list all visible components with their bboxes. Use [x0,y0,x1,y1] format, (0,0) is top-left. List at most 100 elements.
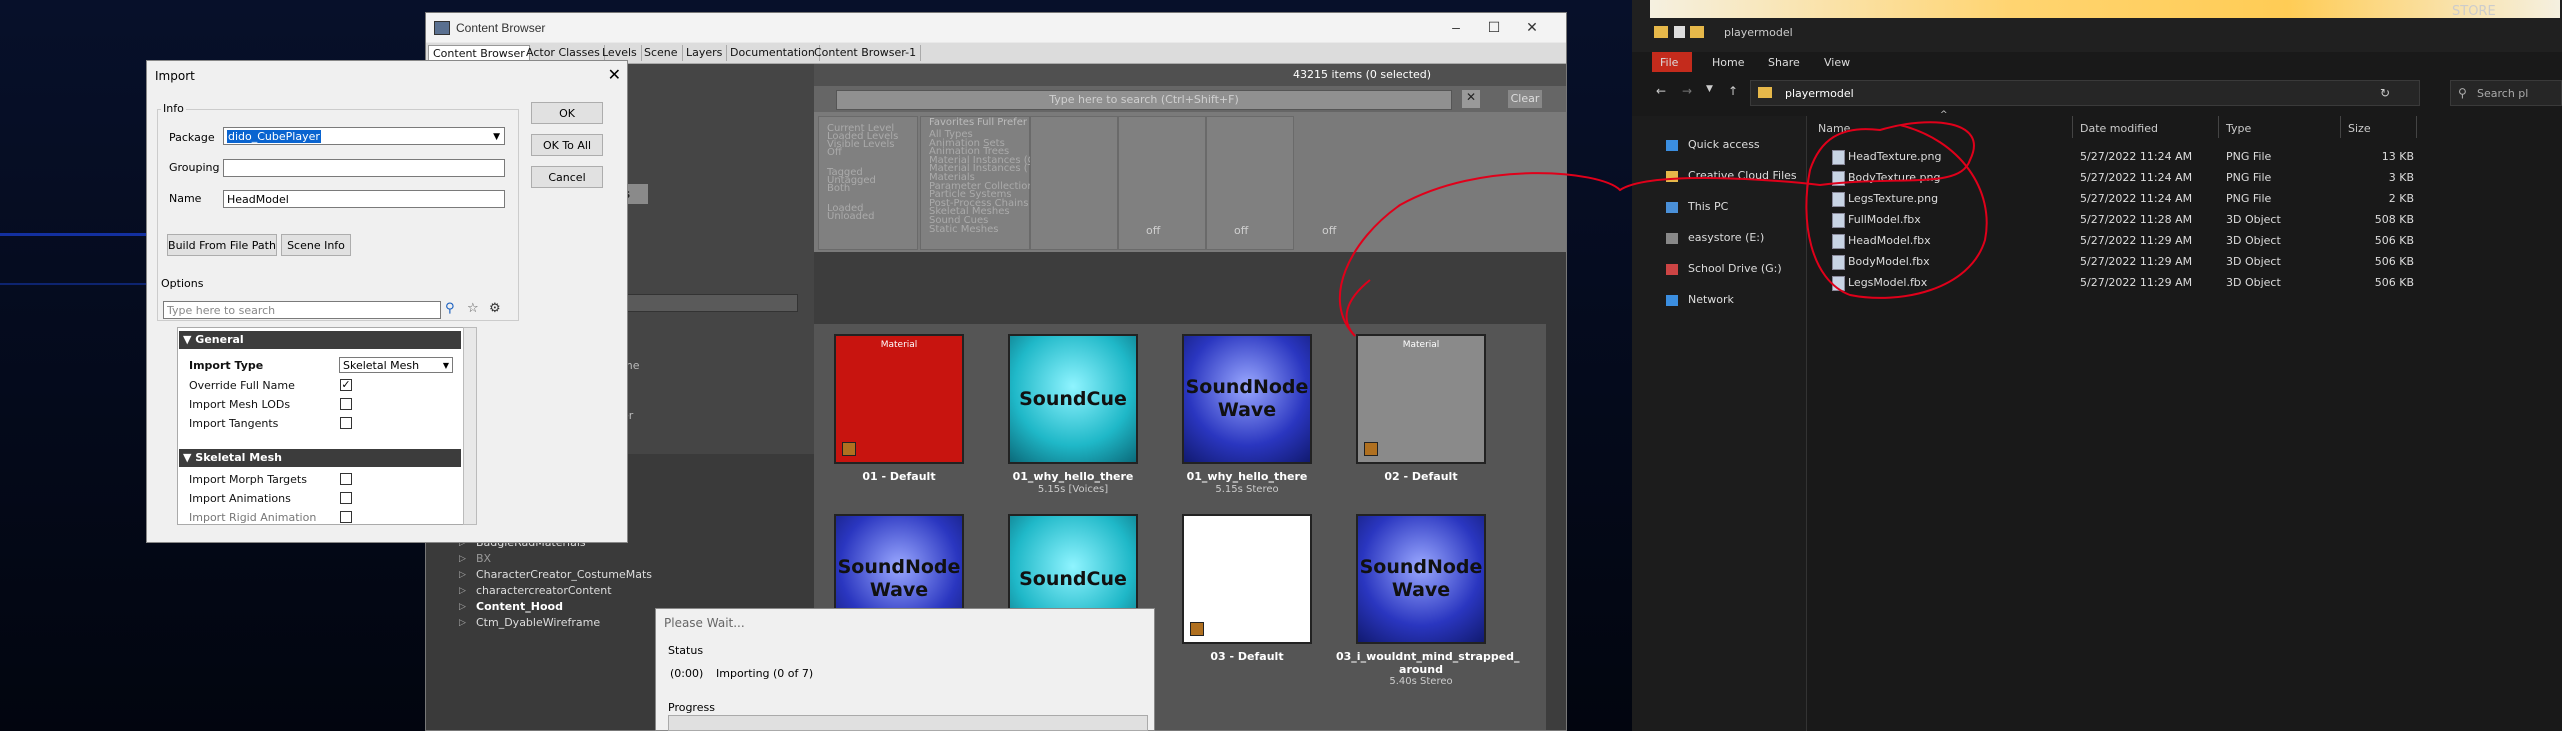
chevron-right-icon[interactable]: ▷ [459,602,466,612]
general-option-checkbox[interactable] [340,417,352,429]
ribbon-tab-view[interactable]: View [1824,56,1850,69]
asset-tile[interactable]: Material [1356,334,1486,464]
section-skeletal-mesh[interactable]: ▼ Skeletal Mesh [179,449,461,467]
cancel-button[interactable]: Cancel [531,166,603,188]
tree-item[interactable]: Content_Hood [476,600,563,613]
import-type-select[interactable]: Skeletal Mesh ▼ [339,357,453,373]
property-scrollbar[interactable] [463,327,477,525]
address-bar[interactable]: playermodel [1750,80,2420,106]
asset-tile[interactable]: SoundNode Wave [1182,334,1312,464]
tab-documentation[interactable]: Documentation [726,45,820,61]
nav-item[interactable]: Creative Cloud Files [1688,169,1797,182]
column-name[interactable]: Name [1818,122,1850,135]
up-icon[interactable]: ↑ [1728,84,1738,98]
grouping-field[interactable] [223,159,505,177]
close-icon[interactable]: ✕ [1522,17,1542,37]
properties-icon[interactable] [1674,26,1685,38]
column-separator[interactable] [2072,116,2073,138]
back-icon[interactable]: ← [1656,84,1666,98]
minimize-icon[interactable]: – [1446,17,1466,37]
maximize-icon[interactable]: ☐ [1484,17,1504,37]
chevron-right-icon[interactable]: ▷ [459,570,466,580]
tree-item[interactable]: Ctm_DyableWireframe [476,616,600,629]
chevron-down-icon[interactable]: ▼ [493,128,500,146]
skeletal-option-checkbox[interactable] [340,511,352,523]
filter-type-option[interactable]: Static Meshes [929,224,998,235]
chevron-right-icon[interactable]: ▷ [459,554,466,564]
nav-item[interactable]: School Drive (G:) [1688,262,1782,275]
column-size[interactable]: Size [2348,122,2371,135]
tab-layers[interactable]: Layers [682,45,728,61]
scene-info-button[interactable]: Scene Info [281,234,351,256]
new-folder-icon[interactable] [1690,26,1704,38]
general-option-checkbox[interactable]: ✓ [340,379,352,391]
options-search-input[interactable]: Type here to search [163,301,441,319]
tree-item[interactable]: BX [476,552,491,565]
collapse-arrow-icon[interactable]: ▼ [183,451,195,464]
build-from-file-path-button[interactable]: Build From File Path [167,234,277,256]
filter-option[interactable]: Off [827,147,842,158]
star-icon[interactable]: ☆ [467,301,485,319]
ok-to-all-button[interactable]: OK To All [531,134,603,156]
dialog-title: Please Wait... [664,616,745,630]
chevron-down-icon[interactable]: ▼ [443,358,449,374]
file-row[interactable]: BodyModel.fbx 5/27/2022 11:29 AM 3D Object… [1824,251,2562,272]
asset-tile[interactable]: Material [834,334,964,464]
ok-button[interactable]: OK [531,102,603,124]
chevron-right-icon[interactable]: ▷ [459,618,466,628]
search-icon[interactable]: ⚲ [445,301,463,319]
filter-option[interactable]: Unloaded [827,211,875,222]
file-row[interactable]: HeadModel.fbx 5/27/2022 11:29 AM 3D Object… [1824,230,2562,251]
skeletal-option-checkbox[interactable] [340,492,352,504]
nav-item[interactable]: This PC [1688,200,1728,213]
asset-tile[interactable]: SoundNode Wave [1356,514,1486,644]
refresh-icon[interactable]: ↻ [2380,86,2390,100]
filter-option[interactable]: Both [827,183,850,194]
search-options-icon[interactable]: ✕ [1462,90,1480,108]
column-separator[interactable] [2416,116,2417,138]
chevron-down-icon[interactable]: ▼ [1706,84,1713,94]
creative-cloud-icon [1666,171,1678,182]
file-date: 5/27/2022 11:29 AM [2080,234,2193,247]
close-icon[interactable]: ✕ [608,65,621,84]
column-separator[interactable] [2218,116,2219,138]
ribbon-tab-home[interactable]: Home [1712,56,1744,69]
settings-icon[interactable]: ⚙ [489,301,507,319]
ribbon-tab-file[interactable]: File [1660,56,1678,69]
explorer-search-input[interactable]: Search pl [2450,80,2562,106]
tab-levels[interactable]: Levels [598,45,642,61]
file-row[interactable]: LegsModel.fbx 5/27/2022 11:29 AM 3D Object… [1824,272,2562,293]
file-row[interactable]: HeadTexture.png 5/27/2022 11:24 AM PNG Fil… [1824,146,2562,167]
column-date-modified[interactable]: Date modified [2080,122,2158,135]
nav-item[interactable]: Network [1688,293,1734,306]
clear-button[interactable]: Clear [1508,90,1542,108]
ribbon-tab-share[interactable]: Share [1768,56,1800,69]
forward-icon[interactable]: → [1682,84,1692,98]
name-label: Name [169,192,202,205]
file-row[interactable]: BodyTexture.png 5/27/2022 11:24 AM PNG Fil… [1824,167,2562,188]
package-field[interactable]: dido_CubePlayer ▼ [223,127,505,145]
content-browser-titlebar[interactable]: Content Browser – ☐ ✕ [426,13,1566,42]
file-row[interactable]: FullModel.fbx 5/27/2022 11:28 AM 3D Object… [1824,209,2562,230]
asset-tile[interactable] [1182,514,1312,644]
asset-tile[interactable]: SoundCue [1008,334,1138,464]
tree-item[interactable]: charactercreatorContent [476,584,612,597]
column-type[interactable]: Type [2226,122,2251,135]
tab-scene[interactable]: Scene [640,45,683,61]
filter-column [1030,116,1118,250]
chevron-right-icon[interactable]: ▷ [459,586,466,596]
tab-content-browser-1[interactable]: Content Browser-1 [810,45,922,61]
general-option-checkbox[interactable] [340,398,352,410]
collapse-arrow-icon[interactable]: ▼ [183,333,195,346]
package-label: Package [169,131,215,144]
tree-item[interactable]: CharacterCreator_CostumeMats [476,568,652,581]
name-field[interactable]: HeadModel [223,190,505,208]
section-general[interactable]: ▼ General [179,331,461,349]
column-separator[interactable] [2340,116,2341,138]
file-row[interactable]: LegsTexture.png 5/27/2022 11:24 AM PNG Fil… [1824,188,2562,209]
asset-search-input[interactable]: Type here to search (Ctrl+Shift+F) [836,90,1452,110]
skeletal-option-checkbox[interactable] [340,473,352,485]
nav-item[interactable]: Quick access [1688,138,1760,151]
nav-item[interactable]: easystore (E:) [1688,231,1764,244]
tab-actor-classes[interactable]: Actor Classes [522,45,605,61]
